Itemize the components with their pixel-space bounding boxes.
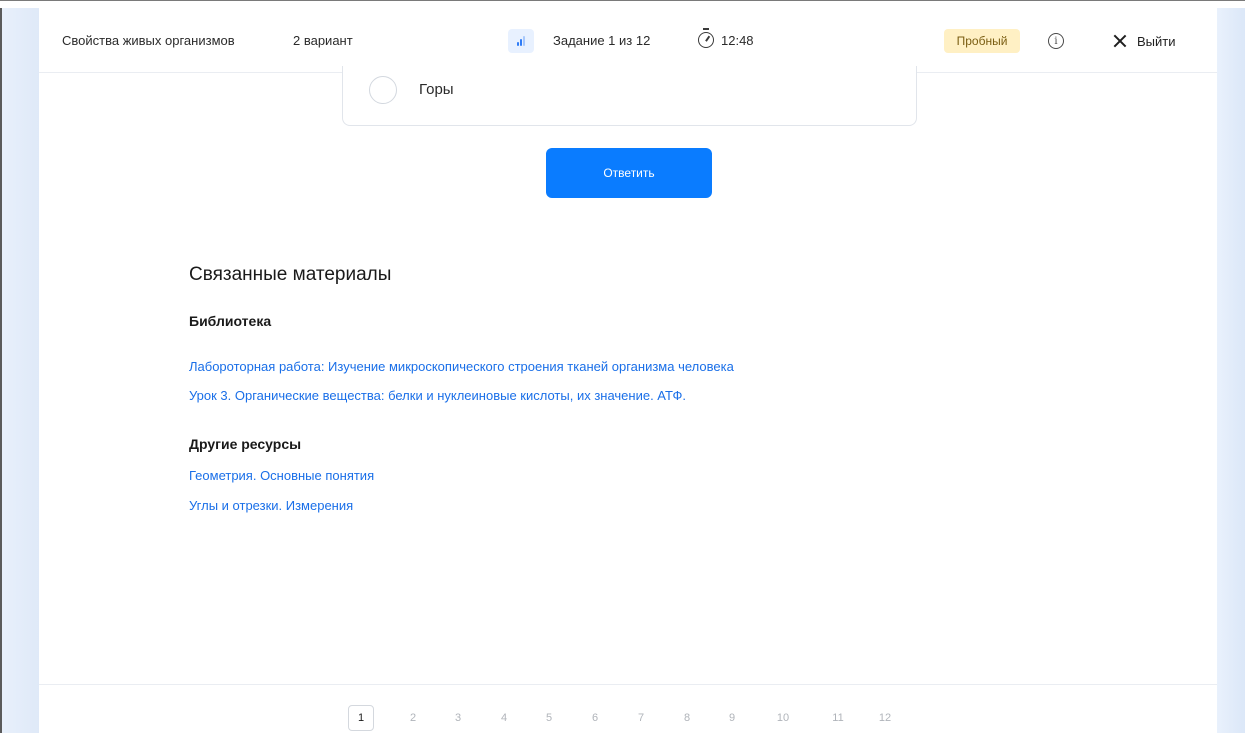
page-button[interactable]: 11 — [825, 705, 851, 731]
page-button[interactable]: 4 — [491, 705, 517, 731]
page-button[interactable]: 12 — [872, 705, 898, 731]
window-frame-right — [1217, 0, 1245, 733]
page-button[interactable]: 6 — [582, 705, 608, 731]
test-title: Свойства живых организмов — [62, 33, 235, 48]
page-button[interactable]: 7 — [628, 705, 654, 731]
page-button[interactable]: 10 — [770, 705, 796, 731]
exit-button[interactable]: Выйти — [1113, 30, 1176, 52]
main-content: Свойства живых организмов 2 вариант Зада… — [39, 8, 1217, 733]
window-frame-top — [0, 0, 1245, 8]
page-button[interactable]: 1 — [348, 705, 374, 731]
progress-stats-icon[interactable] — [508, 29, 534, 53]
library-link[interactable]: Лабороторная работа: Изучение микроскопи… — [189, 359, 734, 374]
page-button[interactable]: 9 — [719, 705, 745, 731]
status-badge: Пробный — [944, 29, 1020, 53]
resource-link[interactable]: Углы и отрезки. Измерения — [189, 498, 353, 513]
answer-button[interactable]: Ответить — [546, 148, 712, 198]
page-button[interactable]: 8 — [674, 705, 700, 731]
top-bar: Свойства живых организмов 2 вариант Зада… — [39, 8, 1217, 73]
page-button[interactable]: 3 — [445, 705, 471, 731]
resource-link[interactable]: Геометрия. Основные понятия — [189, 468, 374, 483]
answer-option[interactable]: Горы — [342, 66, 917, 126]
timer-value: 12:48 — [721, 33, 754, 48]
task-counter: Задание 1 из 12 — [553, 33, 651, 48]
close-icon — [1113, 34, 1127, 48]
page-button[interactable]: 5 — [536, 705, 562, 731]
related-materials-title: Связанные материалы — [189, 264, 392, 285]
option-label: Горы — [419, 81, 454, 98]
option-radio[interactable] — [369, 76, 397, 104]
pagination: 1 2 3 4 5 6 7 8 9 10 11 12 — [39, 684, 1217, 733]
page-button[interactable]: 2 — [400, 705, 426, 731]
other-resources-heading: Другие ресурсы — [189, 436, 302, 452]
timer-icon — [698, 28, 714, 48]
library-heading: Библиотека — [189, 313, 272, 329]
library-link[interactable]: Урок 3. Органические вещества: белки и н… — [189, 388, 686, 403]
info-icon[interactable]: i — [1048, 33, 1064, 49]
variant-label: 2 вариант — [293, 33, 353, 48]
exit-label: Выйти — [1137, 33, 1176, 49]
window-frame-left — [0, 0, 39, 733]
